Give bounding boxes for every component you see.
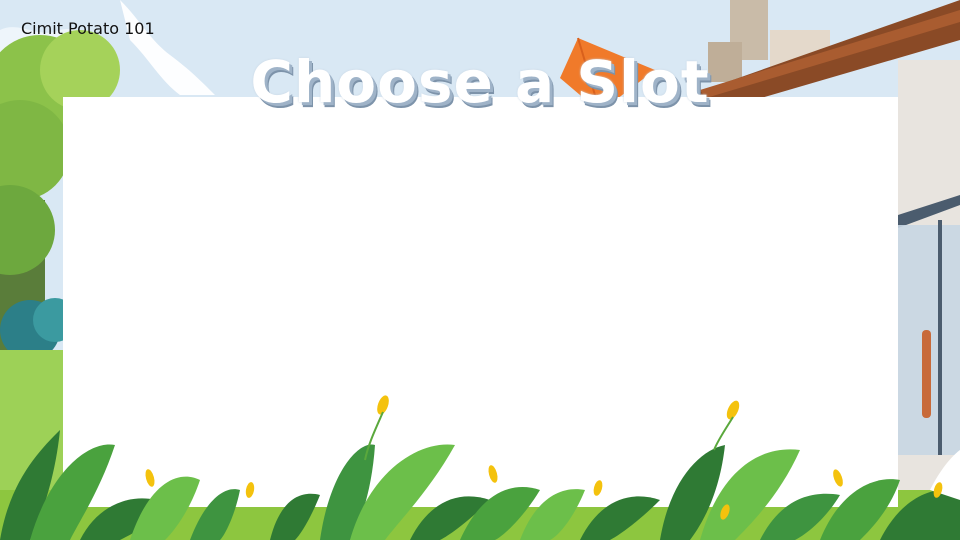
author-label: Cimit Potato 101 <box>21 19 155 38</box>
door-handle <box>922 330 931 418</box>
page-title: Choose a Slot <box>250 48 710 116</box>
slot-panel <box>63 97 898 507</box>
